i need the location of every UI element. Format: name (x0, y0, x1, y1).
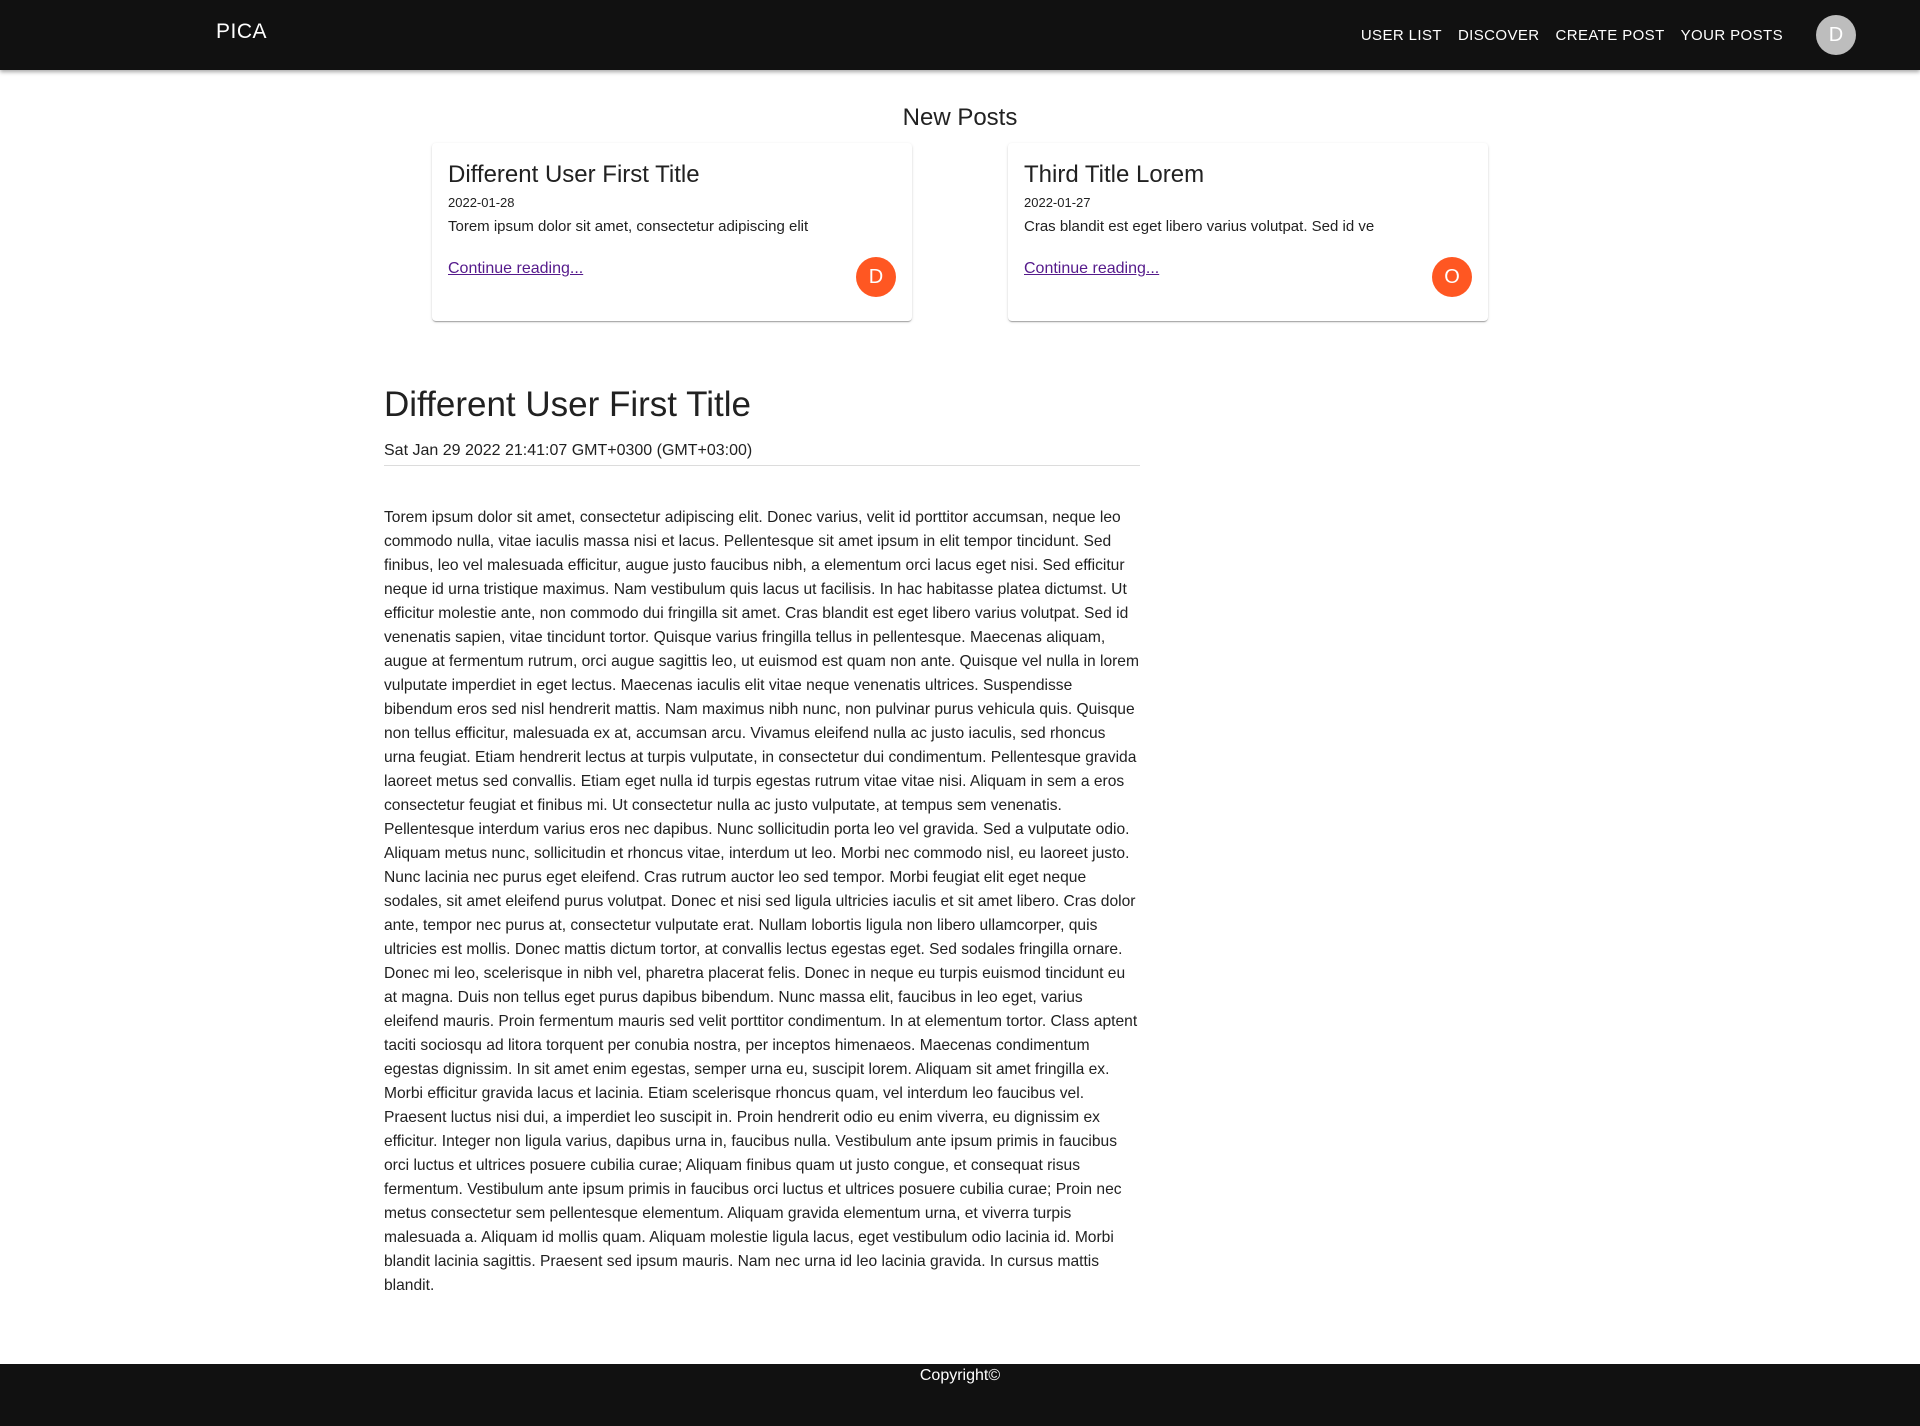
post-card: Different User First Title 2022-01-28 To… (432, 143, 912, 321)
footer-copyright: Copyright© (919, 1367, 1001, 1384)
continue-reading-link[interactable]: Continue reading... (448, 260, 583, 278)
brand-logo[interactable]: PICA (216, 20, 267, 44)
main-nav: USER LIST DISCOVER CREATE POST YOUR POST… (1361, 0, 1856, 70)
post-card-title: Third Title Lorem (1024, 161, 1205, 188)
post-card-excerpt: Torem ipsum dolor sit amet, consectetur … (448, 218, 809, 235)
nav-user-list[interactable]: USER LIST (1361, 27, 1442, 44)
article-title: Different User First Title (384, 385, 751, 424)
post-card: Third Title Lorem 2022-01-27 Cras blandi… (1008, 143, 1488, 321)
footer: Copyright© (0, 1364, 1920, 1426)
new-posts-heading: New Posts (902, 104, 1018, 131)
article-date: Sat Jan 29 2022 21:41:07 GMT+0300 (GMT+0… (384, 442, 1140, 466)
author-avatar: O (1432, 257, 1472, 297)
top-app-bar: PICA USER LIST DISCOVER CREATE POST YOUR… (0, 0, 1920, 70)
post-card-date: 2022-01-27 (1024, 195, 1091, 210)
post-card-excerpt: Cras blandit est eget libero varius volu… (1024, 218, 1375, 235)
post-card-date: 2022-01-28 (448, 195, 515, 210)
post-card-title: Different User First Title (448, 161, 700, 188)
nav-your-posts[interactable]: YOUR POSTS (1681, 27, 1783, 44)
nav-create-post[interactable]: CREATE POST (1556, 27, 1665, 44)
article-body: Torem ipsum dolor sit amet, consectetur … (384, 509, 1139, 1294)
continue-reading-link[interactable]: Continue reading... (1024, 260, 1159, 278)
user-avatar[interactable]: D (1816, 15, 1856, 55)
author-avatar: D (856, 257, 896, 297)
nav-discover[interactable]: DISCOVER (1458, 27, 1540, 44)
article: Different User First Title Sat Jan 29 20… (384, 380, 1140, 1298)
